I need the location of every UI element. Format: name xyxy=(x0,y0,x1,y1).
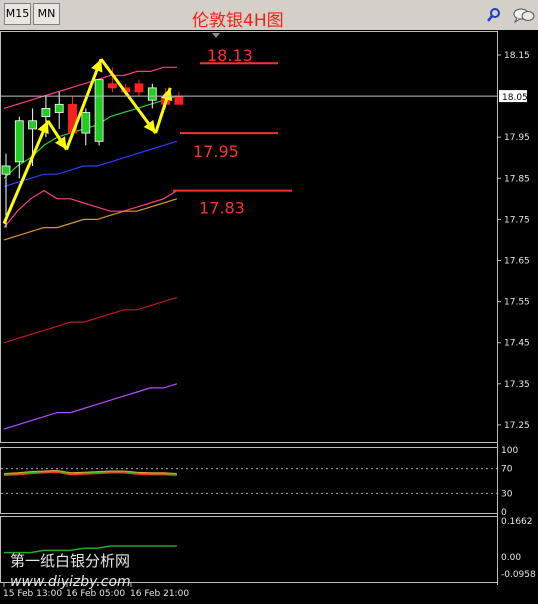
level-label: 17.95 xyxy=(193,142,239,161)
price-tick-label: 17.75 xyxy=(504,215,530,225)
current-price-label: 18.05 xyxy=(502,93,528,103)
rsi-tick-label: 100 xyxy=(501,446,518,456)
tab-m15[interactable]: M15 xyxy=(4,3,31,25)
candle-body xyxy=(41,108,51,118)
macd-tick-label: 0.00 xyxy=(501,553,521,563)
price-tick-label: 18.15 xyxy=(504,51,530,61)
price-level-lines: 18.13 17.95 17.83 xyxy=(173,46,292,218)
chart-toolbar: M15 MN 伦敦银4H图 xyxy=(0,0,538,31)
candle-body xyxy=(1,165,11,175)
price-axis: 18.15 17.95 17.85 17.75 17.65 17.55 17.45 17.35… xyxy=(497,51,530,431)
marker-triangle-icon xyxy=(212,33,220,38)
macd-tick-label: -0.0958 xyxy=(501,570,536,580)
level-label: 18.13 xyxy=(207,46,253,65)
macd-indicator: 0.1662 0.00 -0.0958 xyxy=(4,517,536,580)
price-tick-label: 17.35 xyxy=(504,380,530,390)
watermark-url: www.diyizby.com xyxy=(10,574,131,590)
indicator-lower xyxy=(3,189,178,228)
time-tick-label: 15 Feb 13:00 xyxy=(3,589,62,599)
search-icon[interactable] xyxy=(486,7,502,23)
time-tick-label: 16 Feb 21:00 xyxy=(130,589,189,599)
candle-body xyxy=(94,79,104,142)
tab-mn[interactable]: MN xyxy=(33,3,60,25)
candle-body xyxy=(81,112,91,134)
arrow-head-icon xyxy=(143,119,156,134)
candle-body xyxy=(54,103,64,113)
candle-body xyxy=(174,95,184,105)
rsi-pane-border xyxy=(0,447,498,514)
candle-body xyxy=(14,120,24,163)
level-label: 17.83 xyxy=(199,199,245,218)
price-tick-label: 17.45 xyxy=(504,339,530,349)
main-pane-border xyxy=(0,31,498,443)
price-tick-label: 17.95 xyxy=(504,133,530,143)
chart-title: 伦敦银4H图 xyxy=(192,11,284,31)
indicator-ma-violet xyxy=(3,383,178,430)
candle-body xyxy=(108,83,117,89)
price-tick-label: 17.25 xyxy=(504,421,530,431)
macd-tick-label: 0.1662 xyxy=(501,517,533,527)
rsi-tick-label: 30 xyxy=(501,489,513,499)
price-tick-label: 17.55 xyxy=(504,298,530,308)
watermark-title: 第一纸白银分析网 xyxy=(10,552,130,570)
indicator-ma-red xyxy=(3,296,178,344)
rsi-tick-label: 70 xyxy=(501,465,513,475)
candle-body xyxy=(134,83,144,93)
chart-canvas: 18.13 17.95 17.83 18.05 18.15 17.95 17.85 17.… xyxy=(0,31,536,599)
candle-body xyxy=(147,87,157,101)
time-tick-label: 16 Feb 05:00 xyxy=(66,589,125,599)
trend-arrows xyxy=(2,58,173,225)
candle-body xyxy=(28,120,38,130)
price-tick-label: 17.65 xyxy=(504,257,530,267)
rsi-indicator: 10070300 xyxy=(1,446,518,518)
chat-icon[interactable] xyxy=(513,7,535,24)
price-tick-label: 17.85 xyxy=(504,174,530,184)
